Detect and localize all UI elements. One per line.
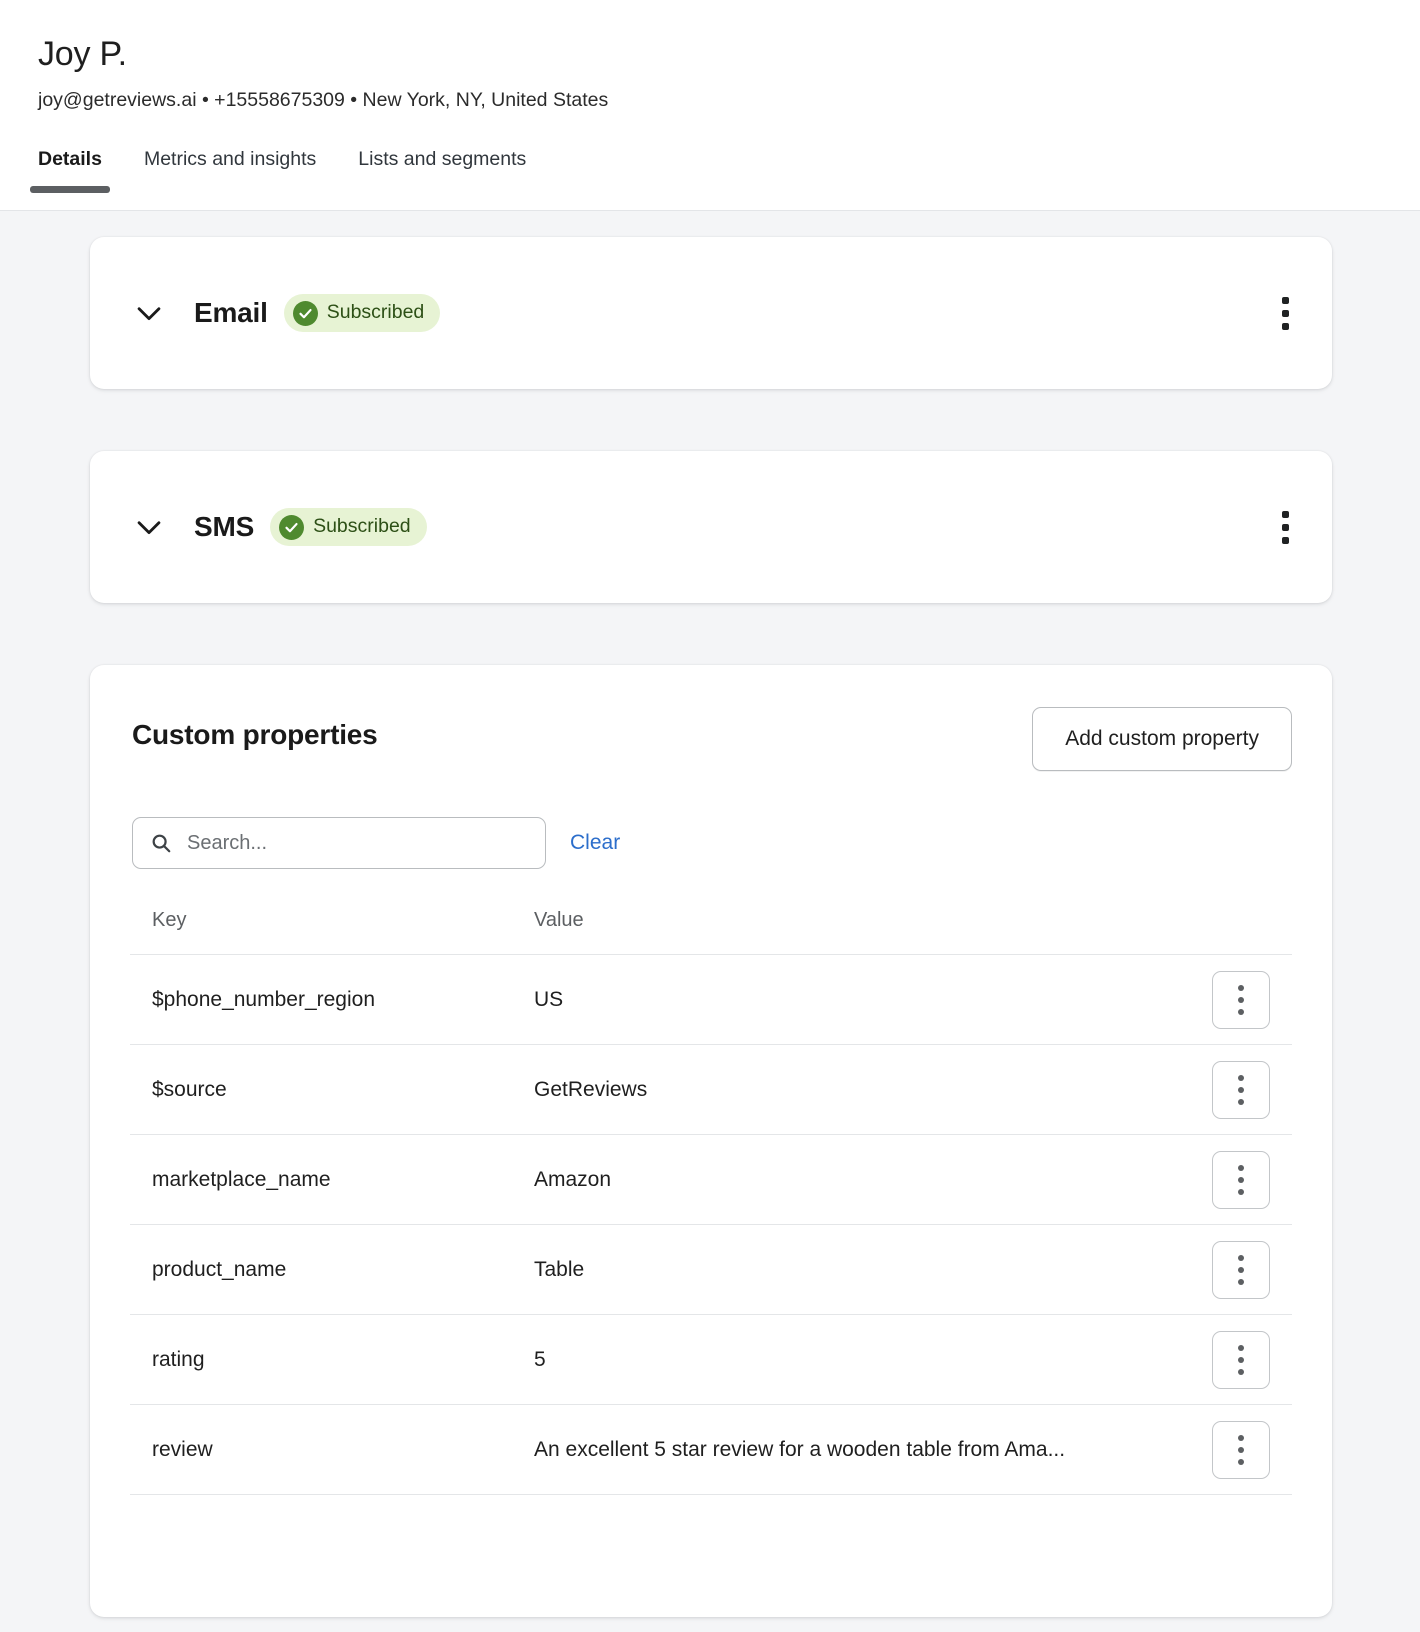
row-kebab-menu-icon[interactable] xyxy=(1212,1240,1270,1299)
property-key: review xyxy=(130,1404,512,1495)
property-key: rating xyxy=(130,1314,512,1405)
row-kebab-menu-icon[interactable] xyxy=(1212,1330,1270,1389)
property-value: US xyxy=(512,954,1192,1045)
property-key: product_name xyxy=(130,1224,512,1315)
search-box xyxy=(132,817,546,869)
details-panel: Email Subscribed SMS Subscribed Custom p… xyxy=(0,211,1420,1617)
property-value: An excellent 5 star review for a wooden … xyxy=(512,1404,1192,1495)
custom-properties-header: Custom properties Add custom property xyxy=(130,707,1292,771)
property-actions-cell xyxy=(1192,1134,1292,1225)
email-status-badge: Subscribed xyxy=(283,294,441,332)
property-value: Table xyxy=(512,1224,1192,1315)
tab-lists-and-segments[interactable]: Lists and segments xyxy=(358,148,526,187)
email-status-label: Subscribed xyxy=(326,301,425,324)
property-actions-cell xyxy=(1192,1314,1292,1405)
table-row: $phone_number_region US xyxy=(130,954,1292,1045)
chevron-down-icon[interactable] xyxy=(132,296,166,330)
property-value-text: Amazon xyxy=(534,1167,612,1191)
custom-properties-title: Custom properties xyxy=(132,719,378,750)
table-row: marketplace_name Amazon xyxy=(130,1134,1292,1225)
property-key: $source xyxy=(130,1044,512,1135)
sms-status-label: Subscribed xyxy=(313,515,411,538)
property-value-text: US xyxy=(534,987,564,1011)
search-icon xyxy=(150,832,172,854)
property-key: marketplace_name xyxy=(130,1134,512,1225)
column-header-key: Key xyxy=(130,909,512,955)
table-header-row: Key Value xyxy=(130,909,1292,955)
email-channel-title: Email xyxy=(194,297,268,328)
chevron-down-icon[interactable] xyxy=(132,510,166,544)
property-value-text: GetReviews xyxy=(534,1077,648,1101)
contact-header: Joy P. joy@getreviews.ai • +15558675309 … xyxy=(0,0,1420,211)
search-input[interactable] xyxy=(132,817,546,869)
table-row: product_name Table xyxy=(130,1224,1292,1315)
column-header-actions xyxy=(1192,909,1292,955)
tab-details[interactable]: Details xyxy=(30,148,110,193)
email-channel-card: Email Subscribed xyxy=(90,237,1332,389)
add-custom-property-button[interactable]: Add custom property xyxy=(1032,707,1292,771)
column-header-value: Value xyxy=(512,909,1192,955)
table-row: review An excellent 5 star review for a … xyxy=(130,1404,1292,1495)
row-kebab-menu-icon[interactable] xyxy=(1212,1150,1270,1209)
property-actions-cell xyxy=(1192,954,1292,1045)
property-actions-cell xyxy=(1192,1224,1292,1315)
property-value: 5 xyxy=(512,1314,1192,1405)
property-key: $phone_number_region xyxy=(130,954,512,1045)
clear-search-link[interactable]: Clear xyxy=(570,831,620,855)
row-kebab-menu-icon[interactable] xyxy=(1212,1420,1270,1479)
custom-properties-table: Key Value $phone_number_region US $sourc… xyxy=(130,909,1292,1495)
page-title: Joy P. xyxy=(38,35,127,73)
table-row: rating 5 xyxy=(130,1314,1292,1405)
property-value: Amazon xyxy=(512,1134,1192,1225)
email-kebab-menu-icon[interactable] xyxy=(1264,289,1306,337)
contact-meta: joy@getreviews.ai • +15558675309 • New Y… xyxy=(38,89,609,112)
tab-metrics-and-insights[interactable]: Metrics and insights xyxy=(144,148,316,187)
row-kebab-menu-icon[interactable] xyxy=(1212,1060,1270,1119)
property-value-text: Table xyxy=(534,1257,585,1281)
property-value-text: 5 xyxy=(534,1347,546,1371)
sms-kebab-menu-icon[interactable] xyxy=(1264,503,1306,551)
tab-bar: Details Metrics and insights Lists and s… xyxy=(0,113,1420,193)
sms-channel-card: SMS Subscribed xyxy=(90,451,1332,603)
row-kebab-menu-icon[interactable] xyxy=(1212,970,1270,1029)
property-actions-cell xyxy=(1192,1044,1292,1135)
table-body: $phone_number_region US $source GetRevie… xyxy=(130,954,1292,1495)
sms-channel-title: SMS xyxy=(194,511,255,542)
property-actions-cell xyxy=(1192,1404,1292,1495)
custom-properties-card: Custom properties Add custom property Cl… xyxy=(90,665,1332,1617)
check-circle-icon xyxy=(292,300,318,326)
search-row: Clear xyxy=(130,817,1292,869)
table-row: $source GetReviews xyxy=(130,1044,1292,1135)
sms-status-badge: Subscribed xyxy=(270,508,427,546)
property-value-text: An excellent 5 star review for a wooden … xyxy=(534,1437,1066,1461)
check-circle-icon xyxy=(279,514,305,540)
property-value: GetReviews xyxy=(512,1044,1192,1135)
